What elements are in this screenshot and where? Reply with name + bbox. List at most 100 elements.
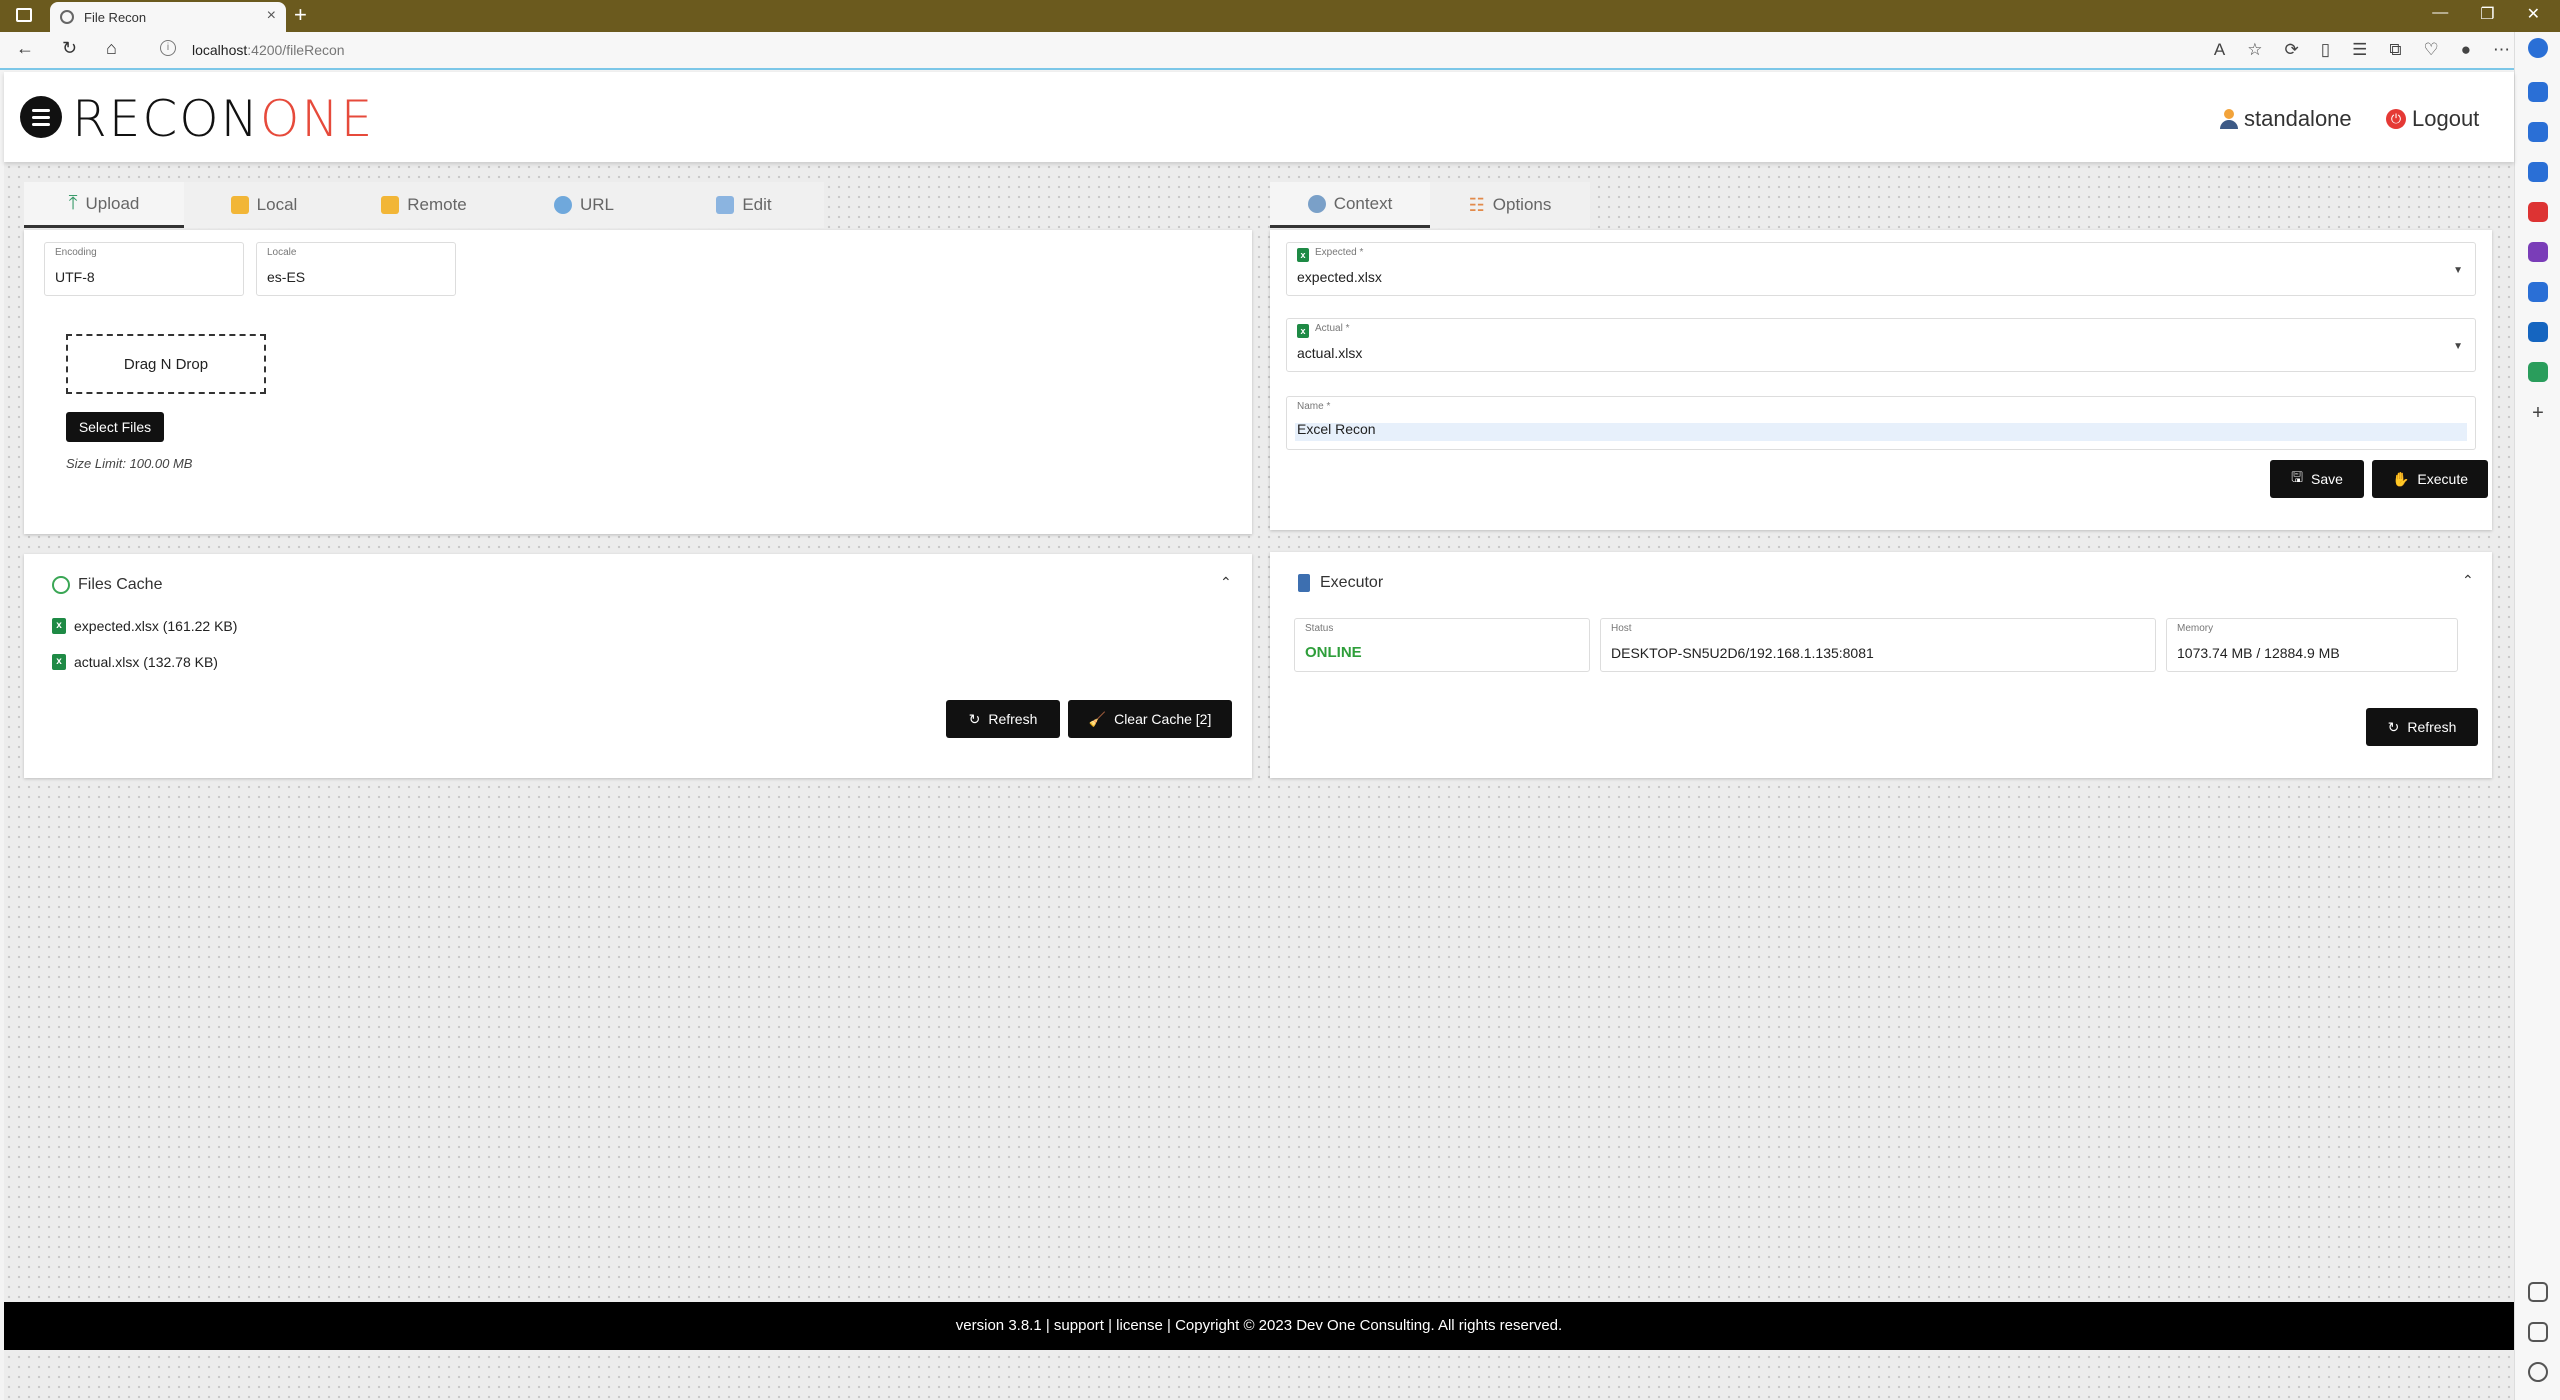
tab-remote[interactable]: Remote bbox=[344, 182, 504, 228]
context-panel: Expected * x expected.xlsx ▼ Actual * x … bbox=[1270, 230, 2492, 530]
source-tabs: ⤒ Upload Local Remote URL Edit bbox=[24, 182, 824, 228]
upload-panel: Encoding UTF-8 Locale es-ES Drag N Drop … bbox=[24, 230, 1252, 534]
settings-gear-icon[interactable] bbox=[2528, 1362, 2548, 1382]
memory-field: Memory 1073.74 MB / 12884.9 MB bbox=[2166, 618, 2458, 672]
edge-sidebar: + bbox=[2514, 32, 2560, 1400]
restore-icon[interactable]: ❐ bbox=[2480, 4, 2494, 24]
collections-icon[interactable]: ⧉ bbox=[2389, 40, 2401, 60]
status-field: Status ONLINE bbox=[1294, 618, 1590, 672]
minimize-icon[interactable]: — bbox=[2432, 4, 2448, 24]
broom-icon: 🧹 bbox=[1088, 710, 1107, 727]
excel-file-icon: x bbox=[1297, 248, 1309, 262]
tab-context[interactable]: Context bbox=[1270, 182, 1430, 228]
refresh-icon: ↻ bbox=[2387, 718, 2400, 735]
server-icon bbox=[1298, 574, 1310, 592]
executor-panel: Executor ⌃ Status ONLINE Host DESKTOP-SN… bbox=[1270, 552, 2492, 778]
save-button[interactable]: 🖫 Save bbox=[2270, 460, 2364, 498]
execute-button[interactable]: ✋ Execute bbox=[2372, 460, 2488, 498]
cache-file-item[interactable]: x actual.xlsx (132.78 KB) bbox=[52, 654, 218, 670]
expected-select[interactable]: Expected * x expected.xlsx ▼ bbox=[1286, 242, 2476, 296]
favorites-icon[interactable]: ☰ bbox=[2352, 40, 2367, 60]
home-icon[interactable]: ⌂ bbox=[106, 38, 117, 59]
collapse-chevron-icon[interactable]: ⌃ bbox=[1220, 574, 1232, 591]
execute-hand-icon: ✋ bbox=[2391, 470, 2410, 487]
copilot-icon[interactable] bbox=[2528, 38, 2548, 58]
browser-tab[interactable]: File Recon × bbox=[50, 2, 286, 32]
tools-icon[interactable] bbox=[2528, 202, 2548, 222]
new-tab-icon[interactable]: + bbox=[294, 2, 307, 28]
menu-button[interactable] bbox=[20, 96, 62, 138]
app-logo: RECONONE bbox=[72, 90, 375, 148]
drag-n-drop-zone[interactable]: Drag N Drop bbox=[66, 334, 266, 394]
url-field[interactable]: localhost:4200/fileRecon bbox=[192, 42, 345, 58]
add-app-icon[interactable]: + bbox=[2528, 402, 2548, 424]
browser-toolbar: A ☆ ⟳ ▯ ☰ ⧉ ♡ ● ⋯ bbox=[2214, 40, 2510, 60]
reload-icon[interactable]: ↻ bbox=[62, 38, 77, 59]
folder-icon bbox=[230, 196, 249, 214]
tab-upload[interactable]: ⤒ Upload bbox=[24, 182, 184, 228]
executor-header[interactable]: Executor bbox=[1298, 574, 1383, 592]
sidebar-layout-icon[interactable] bbox=[2528, 1282, 2548, 1302]
back-icon[interactable]: ← bbox=[16, 38, 34, 59]
site-info-icon[interactable]: i bbox=[160, 40, 176, 56]
logout-button[interactable]: ⏻ Logout bbox=[2386, 106, 2479, 132]
config-tabs: Context ☷ Options bbox=[1270, 182, 1590, 228]
browser-titlebar: File Recon × + — ❐ ✕ bbox=[0, 0, 2560, 32]
window-close-icon[interactable]: ✕ bbox=[2527, 4, 2540, 24]
status-badge: ONLINE bbox=[1305, 644, 1362, 661]
window-controls: — ❐ ✕ bbox=[2432, 4, 2540, 24]
notifications-icon[interactable] bbox=[2528, 82, 2548, 102]
outlook-icon[interactable] bbox=[2528, 322, 2548, 342]
actual-select[interactable]: Actual * x actual.xlsx ▼ bbox=[1286, 318, 2476, 372]
size-limit-text: Size Limit: 100.00 MB bbox=[66, 456, 193, 471]
external-link-icon[interactable] bbox=[2528, 1322, 2548, 1342]
host-field: Host DESKTOP-SN5U2D6/192.168.1.135:8081 bbox=[1600, 618, 2156, 672]
cache-file-item[interactable]: x expected.xlsx (161.22 KB) bbox=[52, 618, 237, 634]
split-screen-icon[interactable]: ▯ bbox=[2321, 40, 2330, 60]
sidebar-toggle-icon[interactable] bbox=[16, 8, 32, 22]
excel-file-icon: x bbox=[52, 654, 66, 670]
tab-url[interactable]: URL bbox=[504, 182, 664, 228]
history-icon bbox=[52, 576, 70, 594]
app-header: RECONONE standalone ⏻ Logout bbox=[4, 72, 2514, 162]
games-icon[interactable] bbox=[2528, 242, 2548, 262]
refresh-executor-button[interactable]: ↻ Refresh bbox=[2366, 708, 2478, 746]
collapse-chevron-icon[interactable]: ⌃ bbox=[2462, 572, 2474, 589]
more-icon[interactable]: ⋯ bbox=[2493, 40, 2510, 60]
name-field[interactable]: Name * Excel Recon bbox=[1286, 396, 2476, 450]
remote-folder-icon bbox=[381, 196, 400, 214]
read-aloud-icon[interactable]: A bbox=[2214, 40, 2225, 60]
user-menu[interactable]: standalone bbox=[2220, 106, 2352, 132]
search-icon[interactable] bbox=[2528, 122, 2548, 142]
logout-label: Logout bbox=[2412, 106, 2480, 131]
shopping-icon[interactable] bbox=[2528, 162, 2548, 182]
excel-file-icon: x bbox=[1297, 324, 1309, 338]
refresh-icon: ↻ bbox=[968, 710, 981, 727]
name-selection-highlight bbox=[1295, 423, 2467, 441]
files-cache-panel: Files Cache ⌃ x expected.xlsx (161.22 KB… bbox=[24, 554, 1252, 778]
power-icon: ⏻ bbox=[2386, 109, 2406, 129]
tab-favicon-icon bbox=[60, 10, 74, 24]
files-cache-header[interactable]: Files Cache bbox=[52, 576, 162, 594]
select-files-button[interactable]: Select Files bbox=[66, 412, 164, 442]
profile-icon[interactable]: ● bbox=[2461, 40, 2471, 60]
globe-icon bbox=[553, 196, 572, 214]
floppy-icon: 🖫 bbox=[2291, 469, 2303, 485]
clear-cache-button[interactable]: 🧹 Clear Cache [2] bbox=[1068, 700, 1232, 738]
refresh-cache-button[interactable]: ↻ Refresh bbox=[946, 700, 1060, 738]
dropdown-arrow-icon: ▼ bbox=[2453, 341, 2463, 352]
tab-edit[interactable]: Edit bbox=[664, 182, 824, 228]
footer: version 3.8.1 | support | license | Copy… bbox=[4, 1302, 2514, 1350]
tab-close-icon[interactable]: × bbox=[267, 7, 276, 25]
browser-essentials-icon[interactable]: ♡ bbox=[2423, 40, 2438, 60]
favorite-star-icon[interactable]: ☆ bbox=[2247, 40, 2262, 60]
encoding-field[interactable]: Encoding UTF-8 bbox=[44, 242, 244, 296]
m365-icon[interactable] bbox=[2528, 282, 2548, 302]
user-icon bbox=[2220, 109, 2238, 129]
extensions-icon[interactable]: ⟳ bbox=[2284, 40, 2298, 60]
tab-options[interactable]: ☷ Options bbox=[1430, 182, 1590, 228]
drop-icon[interactable] bbox=[2528, 362, 2548, 382]
edit-icon bbox=[716, 196, 735, 214]
locale-field[interactable]: Locale es-ES bbox=[256, 242, 456, 296]
tab-local[interactable]: Local bbox=[184, 182, 344, 228]
